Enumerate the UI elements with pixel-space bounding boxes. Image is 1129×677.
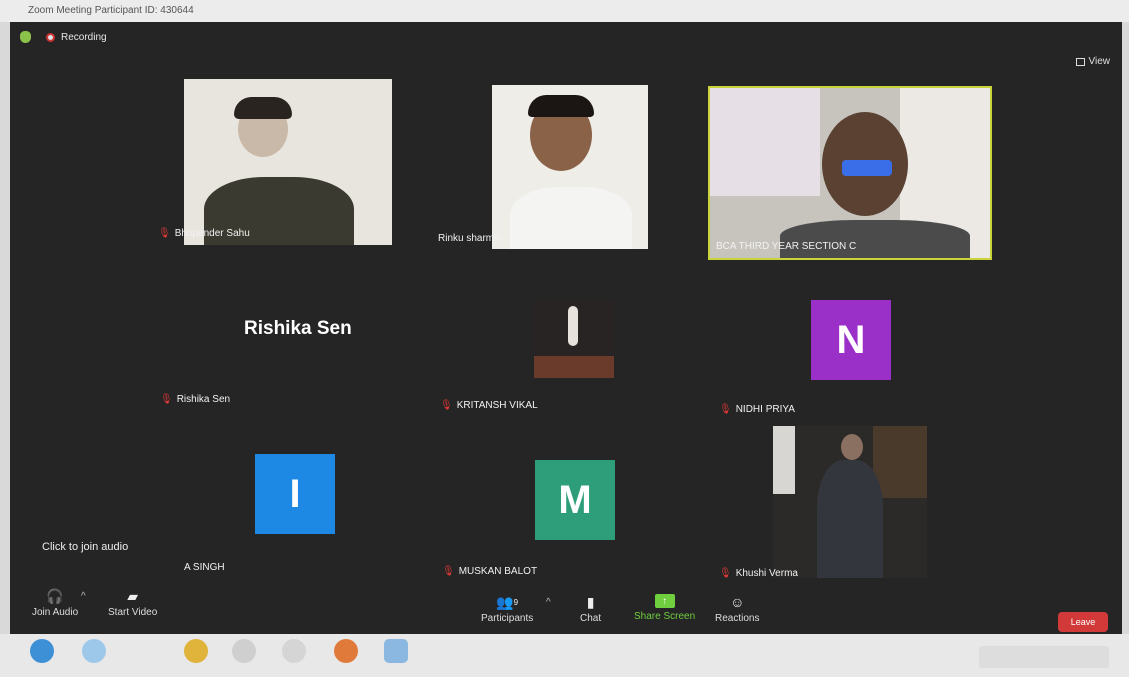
participant-avatar: M	[535, 460, 615, 540]
start-video-button[interactable]: ▰ Start Video	[108, 587, 157, 619]
participant-name: 🎙 Bhupender Sahu	[158, 228, 250, 239]
join-audio-button[interactable]: 🎧 Join Audio	[32, 587, 78, 619]
participant-name: 🎙 KRITANSH VIKAL	[440, 400, 538, 411]
participant-video	[184, 79, 392, 245]
participant-avatar: N	[811, 300, 891, 380]
ie-icon[interactable]	[82, 639, 106, 663]
view-label: View	[1088, 56, 1111, 67]
system-tray	[979, 646, 1109, 668]
participant-tile-bca-third-year[interactable]: BCA THIRD YEAR SECTION C	[708, 86, 992, 260]
start-icon[interactable]	[30, 639, 54, 663]
participant-video	[534, 300, 614, 378]
mic-muted-icon: 🎙	[158, 228, 171, 239]
window-title-bar: Zoom Meeting Participant ID: 430644	[0, 0, 1129, 22]
participant-tile-bhupender[interactable]: 🎙 Bhupender Sahu	[150, 77, 400, 247]
participant-tile-rishika[interactable]: Rishika Sen 🎙 Rishika Sen	[150, 290, 430, 415]
participant-name: BCA THIRD YEAR SECTION C	[716, 241, 857, 252]
participants-icon: 👥 9	[496, 593, 519, 610]
participant-video	[492, 85, 648, 249]
mic-muted-icon: 🎙	[719, 568, 732, 579]
participant-name: 🎙 NIDHI PRIYA	[719, 404, 795, 415]
participant-name: 🎙 MUSKAN BALOT	[442, 566, 538, 577]
video-off-icon: ▰	[127, 587, 139, 604]
os-taskbar	[0, 634, 1129, 677]
mic-muted-icon: 🎙	[160, 394, 173, 405]
record-icon	[46, 33, 55, 42]
reactions-button[interactable]: ☺ Reactions	[715, 594, 759, 624]
participant-video	[773, 426, 927, 578]
leave-button[interactable]: Leave	[1058, 612, 1108, 632]
click-to-join-audio[interactable]: Click to join audio	[42, 541, 128, 553]
firefox-icon[interactable]	[334, 639, 358, 663]
view-button[interactable]: View	[1075, 56, 1111, 67]
window-title: Zoom Meeting Participant ID: 430644	[28, 5, 194, 16]
share-screen-icon: ↑	[654, 594, 675, 608]
participant-name: 🎙 Khushi Verma	[719, 568, 798, 579]
participant-display-name: Rishika Sen	[244, 318, 352, 339]
participant-tile-kritansh[interactable]: 🎙 KRITANSH VIKAL	[440, 290, 700, 420]
zoom-taskbar-icon[interactable]	[384, 639, 408, 663]
chat-button[interactable]: ▮ Chat	[580, 593, 601, 625]
mic-muted-icon: 🎙	[442, 566, 455, 577]
recording-label: Recording	[61, 32, 107, 43]
chat-icon: ▮	[586, 593, 595, 610]
view-icon	[1075, 57, 1085, 66]
app-icon[interactable]	[232, 639, 256, 663]
participant-video	[710, 88, 990, 258]
participant-tile-nidhi[interactable]: N 🎙 NIDHI PRIYA	[715, 290, 995, 420]
participant-name: A SINGH	[184, 562, 225, 573]
shield-icon[interactable]	[20, 31, 31, 43]
participants-options-caret[interactable]: ^	[546, 597, 551, 608]
mic-muted-icon: 🎙	[440, 400, 453, 411]
zoom-meeting-window: Recording View 🎙 Bhupender Sahu Rinku sha…	[10, 22, 1122, 634]
participants-button[interactable]: 👥 9 Participants	[481, 593, 533, 625]
mic-muted-icon: 🎙	[719, 404, 732, 415]
participant-tile-rinku[interactable]: Rinku sharma	[430, 77, 660, 252]
participant-name: Rinku sharma	[438, 233, 500, 244]
participant-tile-muskan[interactable]: M 🎙 MUSKAN BALOT	[440, 442, 700, 582]
chrome-icon[interactable]	[184, 639, 208, 663]
participant-name: 🎙 Rishika Sen	[160, 394, 231, 405]
share-screen-button[interactable]: ↑ Share Screen	[634, 594, 695, 622]
participant-avatar: I	[255, 454, 335, 534]
app-icon[interactable]	[282, 639, 306, 663]
headphones-icon: 🎧	[46, 587, 64, 604]
participant-tile-a-singh[interactable]: I A SINGH	[150, 442, 430, 582]
participant-tile-khushi[interactable]: 🎙 Khushi Verma	[715, 424, 995, 584]
recording-indicator[interactable]: Recording	[46, 32, 107, 43]
audio-options-caret[interactable]: ^	[81, 591, 86, 602]
reactions-icon: ☺	[730, 594, 745, 610]
